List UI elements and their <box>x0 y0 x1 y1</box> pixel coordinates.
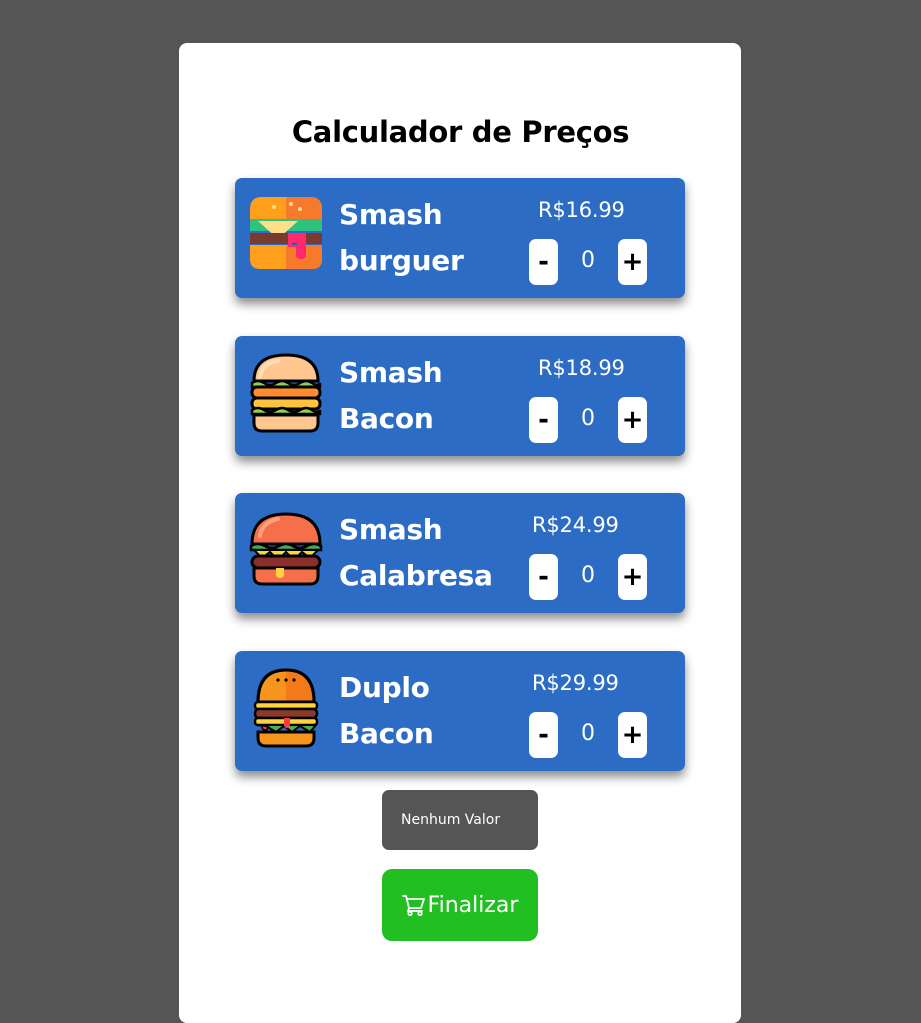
product-name: Smash Calabresa <box>339 513 493 592</box>
decrease-quantity-button[interactable]: - <box>529 239 558 285</box>
finish-button-label: Finalizar <box>427 892 519 918</box>
decrease-quantity-button[interactable]: - <box>529 397 558 443</box>
product-card-duplo-bacon: Duplo Bacon R$29.99 - 0 + <box>235 651 685 771</box>
double-burger-icon <box>253 668 319 748</box>
finish-button[interactable]: Finalizar <box>382 869 538 941</box>
product-card-smash-burguer: Smash burguer R$16.99 - 0 + <box>235 178 685 298</box>
increase-quantity-button[interactable]: + <box>618 712 647 758</box>
product-price: R$16.99 <box>538 198 625 222</box>
decrease-quantity-button[interactable]: - <box>529 712 558 758</box>
increase-quantity-button[interactable]: + <box>618 554 647 600</box>
burger-icon <box>250 197 322 269</box>
product-price: R$18.99 <box>538 356 625 380</box>
product-name: Duplo Bacon <box>339 671 434 750</box>
product-name: Smash Bacon <box>339 356 443 435</box>
increase-quantity-button[interactable]: + <box>618 239 647 285</box>
product-price: R$24.99 <box>532 513 619 537</box>
quantity-value: 0 <box>581 406 595 431</box>
product-name: Smash burguer <box>339 198 464 277</box>
quantity-value: 0 <box>581 721 595 746</box>
total-display: Nenhum Valor <box>382 790 538 850</box>
product-card-smash-calabresa: Smash Calabresa R$24.99 - 0 + <box>235 493 685 613</box>
decrease-quantity-button[interactable]: - <box>529 554 558 600</box>
product-price: R$29.99 <box>532 671 619 695</box>
calabresa-burger-icon <box>249 512 323 586</box>
quantity-value: 0 <box>581 248 595 273</box>
quantity-value: 0 <box>581 563 595 588</box>
increase-quantity-button[interactable]: + <box>618 397 647 443</box>
page-title: Calculador de Preços <box>291 115 630 149</box>
cart-icon <box>401 895 425 916</box>
bacon-burger-icon <box>250 353 322 433</box>
product-card-smash-bacon: Smash Bacon R$18.99 - 0 + <box>235 336 685 456</box>
